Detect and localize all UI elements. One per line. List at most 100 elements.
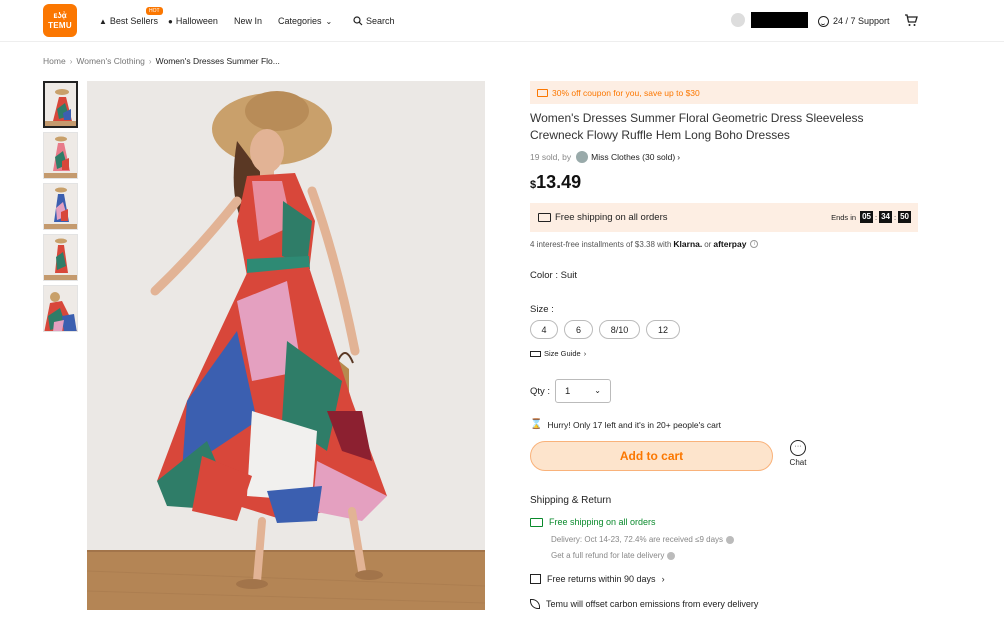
thumbnail-3[interactable] bbox=[43, 183, 78, 230]
afterpay-logo: afterpay bbox=[713, 239, 747, 249]
delivery-text: Delivery: Oct 14-23, 72.4% are received … bbox=[551, 535, 724, 544]
sold-count: 19 sold, by bbox=[530, 152, 572, 162]
truck-icon bbox=[538, 213, 551, 222]
breadcrumb-home[interactable]: Home bbox=[43, 56, 66, 66]
chat-button[interactable]: ··· Chat bbox=[787, 440, 809, 467]
logo-text: TEMU bbox=[48, 21, 72, 30]
low-stock-text: Hurry! Only 17 left and it's in 20+ peop… bbox=[547, 419, 722, 430]
size-option-12[interactable]: 12 bbox=[646, 320, 680, 339]
breadcrumb-current: Women's Dresses Summer Flo... bbox=[155, 56, 280, 66]
installments-or: or bbox=[704, 239, 712, 249]
support-icon bbox=[818, 15, 829, 27]
carbon-offset-text: Temu will offset carbon emissions from e… bbox=[546, 599, 759, 609]
thumbnail-1[interactable] bbox=[43, 81, 78, 128]
thumbs-up-icon: ▲ bbox=[99, 16, 107, 26]
add-to-cart-button[interactable]: Add to cart bbox=[530, 441, 773, 471]
cart-icon[interactable] bbox=[904, 13, 918, 27]
support-link[interactable]: 24 / 7 Support bbox=[818, 0, 890, 42]
store-link[interactable]: Miss Clothes (30 sold) bbox=[591, 152, 675, 162]
breadcrumb: Home › Women's Clothing › Women's Dresse… bbox=[43, 56, 280, 66]
size-guide-label: Size Guide bbox=[544, 349, 581, 358]
timer-minutes: 34 bbox=[879, 211, 892, 223]
refund-text: Get a full refund for late delivery bbox=[551, 551, 665, 560]
free-returns-text: Free returns within 90 days bbox=[547, 574, 656, 584]
chevron-right-icon: › bbox=[583, 349, 587, 358]
free-returns-row[interactable]: Free returns within 90 days › bbox=[530, 574, 665, 584]
size-options: 4 6 8/10 12 bbox=[530, 320, 680, 339]
top-header: ᴇʖᾀ TEMU ▲ Best Sellers HOT ● Halloween … bbox=[0, 0, 1004, 42]
price: $13.49 bbox=[530, 172, 581, 193]
dress-photo bbox=[87, 81, 485, 610]
leaf-icon bbox=[530, 599, 540, 609]
nav-halloween[interactable]: ● Halloween bbox=[168, 0, 218, 42]
thumbnail-image bbox=[44, 235, 77, 280]
search-icon bbox=[353, 16, 363, 26]
nav-categories[interactable]: Categories ⌄ bbox=[278, 0, 332, 42]
thumbnail-image bbox=[45, 83, 76, 126]
klarna-logo: Klarna. bbox=[673, 239, 703, 249]
nav-halloween-label: Halloween bbox=[175, 16, 218, 26]
size-label: Size : bbox=[530, 304, 554, 315]
sold-info: 19 sold, by Miss Clothes (30 sold) › bbox=[530, 151, 680, 163]
thumbnail-image bbox=[44, 133, 77, 178]
nav-new-in-label: New In bbox=[234, 16, 263, 26]
shipping-free-text: Free shipping on all orders bbox=[549, 517, 656, 527]
size-guide-link[interactable]: Size Guide › bbox=[530, 349, 586, 358]
chevron-right-icon: › bbox=[661, 574, 665, 584]
nav-search-label: Search bbox=[366, 16, 395, 26]
coupon-text: 30% off coupon for you, save up to $30 bbox=[552, 87, 700, 98]
low-stock-notice: ⌛ Hurry! Only 17 left and it's in 20+ pe… bbox=[530, 419, 721, 430]
timer-hours: 05 bbox=[860, 211, 873, 223]
price-value: 13.49 bbox=[536, 172, 582, 192]
coupon-icon bbox=[537, 88, 548, 97]
size-option-8-10[interactable]: 8/10 bbox=[599, 320, 640, 339]
installments-text: 4 interest-free installments of $3.38 wi… bbox=[530, 239, 672, 249]
refund-info: Get a full refund for late delivery bbox=[551, 551, 676, 560]
free-shipping-banner: Free shipping on all orders Ends in 05 :… bbox=[530, 203, 918, 232]
logo-glyphs: ᴇʖᾀ bbox=[53, 11, 67, 20]
help-icon[interactable] bbox=[667, 551, 676, 560]
username-redacted[interactable] bbox=[751, 12, 808, 28]
pumpkin-icon: ● bbox=[168, 16, 173, 26]
breadcrumb-separator-icon: › bbox=[69, 56, 73, 66]
color-label: Color : Suit bbox=[530, 270, 577, 281]
quantity-value: 1 bbox=[565, 385, 571, 397]
thumbnail-2[interactable] bbox=[43, 132, 78, 179]
avatar[interactable] bbox=[731, 13, 745, 27]
nav-best-sellers-label: Best Sellers bbox=[109, 16, 158, 26]
ends-in-label: Ends in bbox=[831, 212, 857, 222]
ruler-icon bbox=[530, 350, 541, 357]
thumbnail-5[interactable] bbox=[43, 285, 78, 332]
installments-info: 4 interest-free installments of $3.38 wi… bbox=[530, 239, 759, 249]
qty-label: Qty : bbox=[530, 386, 551, 397]
temu-logo[interactable]: ᴇʖᾀ TEMU bbox=[43, 4, 77, 37]
thumbnail-image bbox=[44, 286, 77, 331]
main-product-image[interactable] bbox=[87, 81, 485, 610]
nav-new-in[interactable]: New In bbox=[234, 0, 262, 42]
thumbnail-4[interactable] bbox=[43, 234, 78, 281]
chat-label: Chat bbox=[789, 458, 807, 467]
size-option-4[interactable]: 4 bbox=[530, 320, 558, 339]
timer-separator: : bbox=[875, 212, 878, 222]
delivery-info: Delivery: Oct 14-23, 72.4% are received … bbox=[551, 535, 735, 544]
chevron-down-icon: ⌄ bbox=[594, 386, 601, 395]
hot-badge: HOT bbox=[146, 7, 163, 15]
timer-seconds: 50 bbox=[898, 211, 911, 223]
countdown-timer: Ends in 05 : 34 : 50 bbox=[831, 211, 911, 223]
truck-icon bbox=[530, 517, 543, 527]
store-logo-icon bbox=[576, 151, 589, 163]
size-option-6[interactable]: 6 bbox=[564, 320, 593, 339]
return-box-icon bbox=[530, 574, 541, 584]
free-shipping-text: Free shipping on all orders bbox=[555, 212, 668, 223]
breadcrumb-womens-clothing[interactable]: Women's Clothing bbox=[76, 56, 145, 66]
hourglass-icon: ⌛ bbox=[530, 419, 543, 430]
nav-categories-label: Categories bbox=[278, 16, 322, 26]
shipping-return-title: Shipping & Return bbox=[530, 495, 612, 506]
quantity-select[interactable]: 1 ⌄ bbox=[555, 379, 611, 403]
support-label: 24 / 7 Support bbox=[833, 16, 890, 26]
nav-search[interactable]: Search bbox=[353, 0, 395, 42]
help-icon[interactable] bbox=[726, 535, 735, 544]
coupon-banner[interactable]: 30% off coupon for you, save up to $30 bbox=[530, 81, 918, 104]
info-icon[interactable]: i bbox=[750, 240, 759, 248]
product-title: Women's Dresses Summer Floral Geometric … bbox=[530, 111, 864, 142]
